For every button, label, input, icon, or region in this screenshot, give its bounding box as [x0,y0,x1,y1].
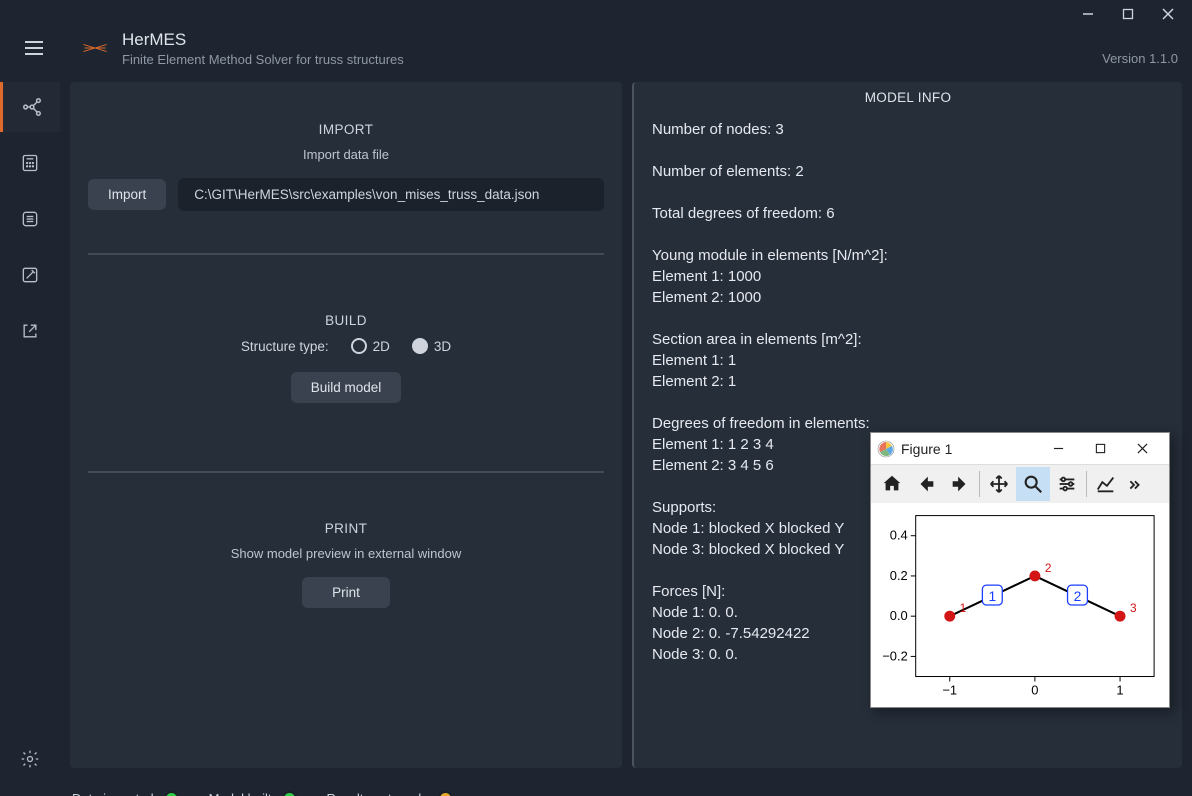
status-results-label: Results not ready [327,791,428,796]
toolbar-home-icon[interactable] [875,467,909,501]
radio-3d-label: 3D [434,339,451,354]
radio-3d[interactable]: 3D [412,338,451,354]
figure-titlebar[interactable]: Figure 1 [871,433,1169,465]
window-titlebar [0,0,1192,28]
svg-text:2: 2 [1045,561,1052,575]
sidebar-item-external[interactable] [0,306,60,356]
sidebar-item-list[interactable] [0,194,60,244]
app-subtitle: Finite Element Method Solver for truss s… [122,52,1092,67]
status-data-dot [164,791,179,796]
figure-title: Figure 1 [901,441,1037,457]
sidebar-item-edit[interactable] [0,250,60,300]
figure-minimize-button[interactable] [1037,435,1079,463]
radio-2d[interactable]: 2D [351,338,390,354]
svg-text:1: 1 [988,588,996,604]
svg-text:2: 2 [1074,588,1082,604]
left-panel: IMPORT Import data file Import BUILD Str… [70,82,622,768]
status-model-dot [282,791,297,796]
divider [88,253,604,255]
svg-text:−0.2: −0.2 [882,648,907,663]
print-heading: PRINT [88,521,604,536]
divider [88,471,604,473]
window-maximize-button[interactable] [1108,0,1148,28]
print-hint: Show model preview in external window [88,546,604,561]
svg-text:0.4: 0.4 [890,528,908,543]
build-model-button[interactable]: Build model [291,372,402,403]
svg-text:3: 3 [1130,601,1137,615]
hamburger-menu-button[interactable] [14,28,54,68]
import-hint: Import data file [88,147,604,162]
structure-type-label: Structure type: [241,339,329,354]
toolbar-pan-icon[interactable] [982,467,1016,501]
toolbar-separator [1086,471,1087,497]
app-version: Version 1.1.0 [1102,51,1178,68]
figure-close-button[interactable] [1121,435,1163,463]
status-data-label: Data imported [72,791,154,796]
import-path-input[interactable] [178,178,604,211]
sidebar-item-calculator[interactable] [0,138,60,188]
sidebar-item-graph[interactable] [0,82,60,132]
toolbar-back-icon[interactable] [909,467,943,501]
import-section: IMPORT Import data file Import [70,96,622,245]
import-heading: IMPORT [88,122,604,137]
import-button[interactable]: Import [88,179,166,210]
svg-text:0: 0 [1031,682,1038,697]
toolbar-forward-icon[interactable] [943,467,977,501]
toolbar-more-icon[interactable] [1123,467,1145,501]
window-minimize-button[interactable] [1068,0,1108,28]
figure-maximize-button[interactable] [1079,435,1121,463]
status-model-label: Model built [209,791,272,796]
status-results-dot [438,791,453,796]
build-heading: BUILD [88,313,604,328]
toolbar-configure-icon[interactable] [1050,467,1084,501]
toolbar-editplot-icon[interactable] [1089,467,1123,501]
model-info-heading: MODEL INFO [652,90,1164,105]
figure-window[interactable]: Figure 1 −1 0 1 −0.2 0.0 0.2 0.4 1 2 1 2 3 [870,432,1170,708]
build-section: BUILD Structure type: 2D 3D Build model [70,263,622,463]
status-bar: Data imported Model built Results not re… [0,784,1192,796]
toolbar-zoom-icon[interactable] [1016,467,1050,501]
sidebar [0,78,60,784]
app-header: HerMES Finite Element Method Solver for … [0,28,1192,78]
figure-plot[interactable]: −1 0 1 −0.2 0.0 0.2 0.4 1 2 1 2 3 [871,503,1169,707]
svg-text:0.2: 0.2 [890,568,908,583]
svg-text:1: 1 [960,601,967,615]
figure-icon [877,440,895,458]
app-title: HerMES [122,30,1092,50]
window-close-button[interactable] [1148,0,1188,28]
svg-text:−1: −1 [942,682,957,697]
radio-2d-label: 2D [373,339,390,354]
toolbar-separator [979,471,980,497]
svg-text:1: 1 [1116,682,1123,697]
figure-toolbar [871,465,1169,503]
svg-text:0.0: 0.0 [890,608,908,623]
sidebar-item-settings[interactable] [0,734,60,784]
app-logo-icon [78,39,112,57]
print-button[interactable]: Print [302,577,390,608]
print-section: PRINT Show model preview in external win… [70,481,622,642]
